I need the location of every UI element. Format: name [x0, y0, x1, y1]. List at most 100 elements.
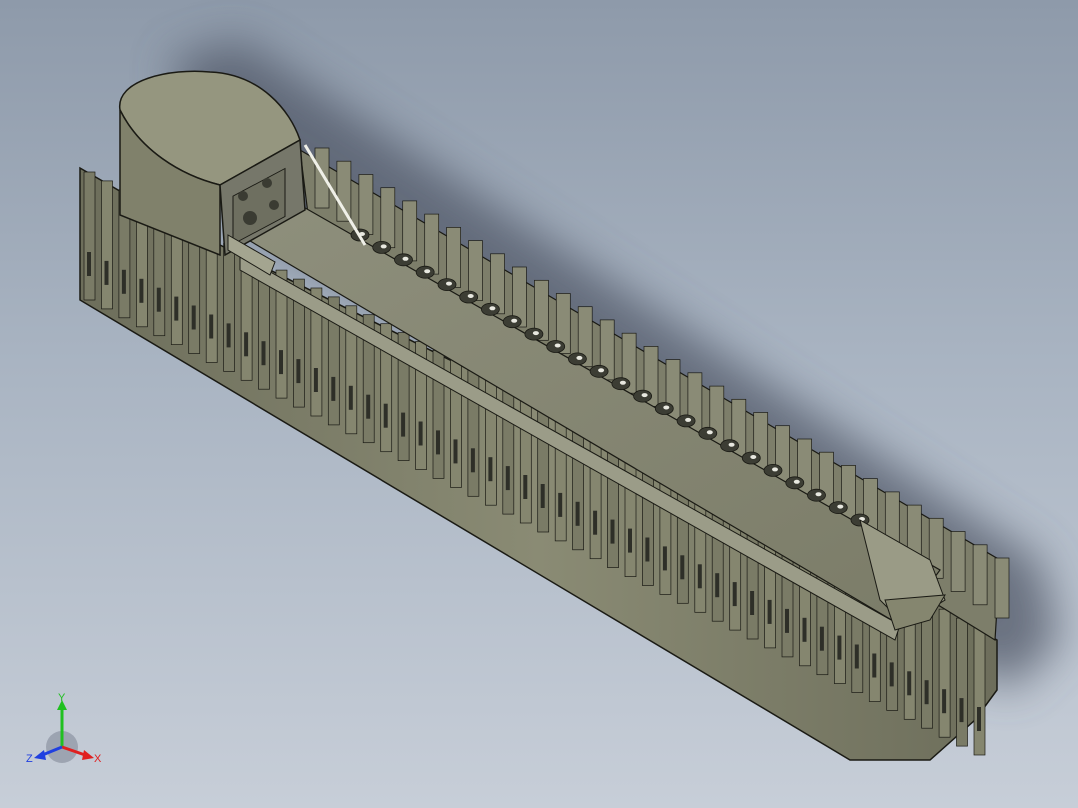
- track-grouser: [973, 626, 986, 756]
- grouser-slot: [523, 475, 528, 499]
- view-orientation-triad[interactable]: Y X Z: [24, 692, 108, 772]
- grouser-slot: [767, 599, 772, 624]
- back-track-plate: [775, 425, 790, 487]
- grouser-slot: [628, 528, 632, 553]
- track-grouser: [223, 243, 235, 372]
- grouser-slot: [959, 698, 964, 723]
- mount-hole: [238, 191, 248, 201]
- grouser-slot: [87, 252, 91, 276]
- grouser-slot: [418, 421, 423, 446]
- track-grouser: [956, 617, 968, 747]
- back-track-plate: [358, 174, 374, 235]
- mount-hole: [262, 178, 272, 188]
- grouser-slot: [802, 617, 807, 642]
- grouser-slot: [156, 287, 161, 312]
- grouser-slot: [470, 448, 475, 473]
- roller-highlight: [663, 405, 670, 410]
- grouser-slot: [697, 564, 702, 589]
- grouser-slot: [505, 466, 510, 491]
- roller-highlight: [793, 479, 800, 484]
- grouser-slot: [924, 680, 929, 705]
- roller-highlight: [641, 393, 648, 398]
- grouser-slot: [313, 368, 318, 392]
- grouser-slot: [715, 573, 720, 598]
- grouser-slot: [279, 350, 283, 375]
- grouser-slot: [209, 314, 214, 339]
- x-axis-arrowhead: [82, 750, 94, 760]
- roller-highlight: [772, 467, 778, 472]
- grouser-slot: [139, 278, 144, 303]
- back-track-plate: [972, 544, 988, 606]
- grouser-slot: [593, 510, 598, 535]
- grouser-slot: [348, 385, 353, 410]
- grouser-slot: [610, 519, 615, 544]
- crawler-track-model[interactable]: [0, 0, 1078, 808]
- grouser-slot: [645, 537, 650, 562]
- track-grouser: [589, 430, 602, 560]
- back-track-plate: [994, 557, 1010, 619]
- grouser-slot: [837, 635, 842, 660]
- roller-highlight: [467, 294, 474, 298]
- track-grouser: [938, 608, 951, 738]
- grouser-slot: [732, 582, 737, 607]
- roller-highlight: [598, 368, 605, 373]
- grouser-slot: [872, 653, 877, 678]
- track-grouser: [101, 180, 113, 310]
- grouser-slot: [331, 376, 336, 401]
- x-axis-label: X: [94, 753, 102, 765]
- back-track-plate: [380, 187, 396, 249]
- grouser-slot: [191, 305, 196, 330]
- grouser-slot: [662, 546, 667, 571]
- roller-highlight: [511, 318, 518, 323]
- cad-viewport[interactable]: Y X Z: [0, 0, 1078, 808]
- roller-highlight: [750, 455, 757, 459]
- z-axis-arrowhead: [34, 750, 46, 760]
- grouser-slot: [104, 260, 109, 285]
- roller-highlight: [554, 343, 561, 348]
- grouser-slot: [540, 484, 545, 508]
- roller-highlight: [489, 306, 496, 311]
- roller-highlight: [532, 331, 539, 336]
- roller-highlight: [728, 442, 735, 447]
- grouser-slot: [819, 626, 824, 651]
- roller-highlight: [619, 380, 626, 385]
- roller-highlight: [424, 269, 431, 274]
- grouser-slot: [401, 412, 406, 437]
- track-grouser: [83, 171, 96, 301]
- grouser-slot: [942, 689, 947, 714]
- roller-highlight: [706, 430, 713, 435]
- grouser-slot: [383, 403, 388, 428]
- grouser-slot: [854, 644, 859, 669]
- grouser-slot: [889, 662, 894, 687]
- grouser-slot: [453, 439, 458, 464]
- roller-highlight: [815, 492, 822, 497]
- mount-hole: [243, 211, 257, 225]
- back-track-plate: [424, 213, 440, 275]
- grouser-slot: [750, 591, 755, 615]
- back-track-plate: [314, 147, 330, 209]
- grouser-slot: [296, 359, 301, 384]
- grouser-slot: [977, 707, 981, 731]
- grouser-slot: [366, 394, 371, 419]
- back-track-plate: [402, 200, 418, 262]
- z-axis-label: Z: [26, 753, 33, 765]
- grouser-slot: [244, 332, 249, 357]
- grouser-slot: [261, 341, 266, 366]
- track-grouser: [572, 421, 584, 551]
- grouser-slot: [575, 501, 580, 526]
- roller-highlight: [402, 256, 409, 261]
- roller-highlight: [380, 244, 387, 249]
- roller-highlight: [837, 504, 844, 509]
- grouser-slot: [174, 296, 179, 321]
- grouser-slot: [436, 430, 440, 455]
- grouser-slot: [558, 492, 563, 517]
- roller-highlight: [446, 281, 452, 286]
- roller-highlight: [576, 355, 583, 360]
- roller-highlight: [685, 417, 692, 422]
- track-grouser: [607, 439, 619, 568]
- grouser-slot: [226, 323, 231, 348]
- y-axis-label: Y: [58, 692, 66, 704]
- grouser-slot: [907, 671, 912, 696]
- grouser-slot: [121, 269, 126, 294]
- grouser-slot: [680, 555, 685, 580]
